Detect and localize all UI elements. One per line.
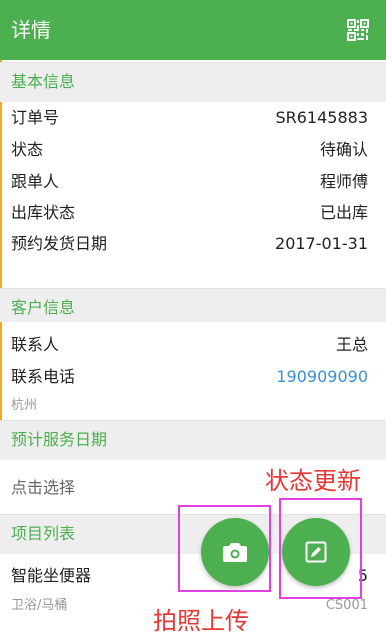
annotation-label-status-update: 状态更新 xyxy=(265,467,361,495)
section-title-basic-info: 基本信息 xyxy=(11,72,76,91)
row-label: 出库状态 xyxy=(11,203,76,222)
row-label: 状态 xyxy=(11,140,44,159)
row-value: 2017-01-31 xyxy=(275,234,368,253)
annotation-label-photo-upload: 拍照上传 xyxy=(153,607,249,635)
section-header-customer-info: 客户信息 xyxy=(0,288,386,322)
row-value: 王总 xyxy=(335,335,368,354)
product-name: 智能坐便器 xyxy=(11,566,92,585)
section-header-basic-info: 基本信息 xyxy=(0,62,386,102)
row-value: 程师傅 xyxy=(319,172,368,191)
row-label: 联系电话 xyxy=(11,367,76,386)
product-category: 卫浴/马桶 xyxy=(11,598,68,613)
annotation-box-status xyxy=(279,498,362,599)
accent-strip-middle xyxy=(0,322,2,420)
app-bar: 详情 xyxy=(0,0,386,60)
section-title-customer-info: 客户信息 xyxy=(11,298,76,317)
page-title: 详情 xyxy=(11,18,51,42)
section-title-service-date: 预计服务日期 xyxy=(11,430,108,449)
customer-address: 杭州 xyxy=(11,398,38,413)
row-label: 联系人 xyxy=(11,335,60,354)
row-label: 预约发货日期 xyxy=(11,234,108,253)
row-value: 已出库 xyxy=(319,203,368,222)
section-title-items: 项目列表 xyxy=(11,524,76,543)
date-picker-field[interactable]: 点击选择 xyxy=(11,477,75,499)
section-header-service-date: 预计服务日期 xyxy=(0,420,386,460)
row-label: 跟单人 xyxy=(11,172,60,191)
row-label: 订单号 xyxy=(11,108,60,127)
row-value: 待确认 xyxy=(319,140,368,159)
qr-code-icon[interactable] xyxy=(347,19,369,41)
row-value: SR6145883 xyxy=(275,108,368,127)
annotation-box-camera xyxy=(178,505,271,592)
product-code: CS001 xyxy=(325,598,368,613)
phone-link[interactable]: 190909090 xyxy=(276,366,368,388)
